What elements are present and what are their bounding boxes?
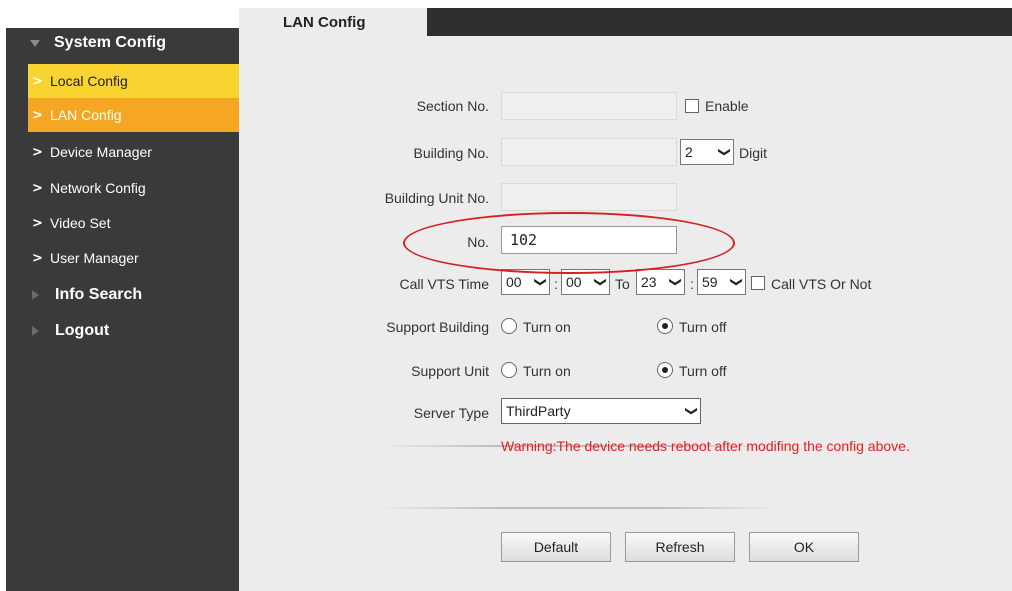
digit-label: Digit bbox=[739, 145, 768, 161]
to-label: To bbox=[615, 276, 630, 292]
chevron-down-icon: ❯ bbox=[684, 405, 699, 417]
support-unit-on-radio[interactable] bbox=[501, 362, 517, 378]
triangle-right-icon bbox=[32, 290, 39, 300]
default-button[interactable]: Default bbox=[501, 532, 611, 562]
sidebar-item-label: Video Set bbox=[50, 215, 111, 231]
server-type-value: ThirdParty bbox=[506, 403, 571, 419]
support-building-off-label: Turn off bbox=[679, 319, 727, 335]
sidebar-section-logout[interactable]: Logout bbox=[6, 316, 239, 346]
call-vts-checkbox[interactable] bbox=[751, 276, 765, 290]
tab-lan-config[interactable]: LAN Config bbox=[239, 8, 427, 36]
sidebar-item-video-set[interactable]: > Video Set bbox=[28, 206, 239, 240]
support-unit-label: Support Unit bbox=[411, 363, 489, 379]
chevron-right-icon: > bbox=[32, 107, 43, 123]
top-strip bbox=[6, 0, 1012, 8]
section-no-input[interactable] bbox=[501, 92, 677, 120]
sidebar-item-local-config[interactable]: > Local Config bbox=[28, 64, 239, 98]
tab-label: LAN Config bbox=[283, 13, 366, 31]
end-min-select[interactable]: 59 ❯ bbox=[697, 269, 746, 295]
chevron-down-icon: ❯ bbox=[668, 276, 683, 288]
sidebar-item-label: Network Config bbox=[50, 180, 146, 196]
sidebar-item-label: Device Manager bbox=[50, 144, 152, 160]
sidebar-item-lan-config[interactable]: > LAN Config bbox=[28, 98, 239, 132]
end-hour-value: 23 bbox=[641, 274, 657, 290]
sidebar-section-info-search[interactable]: Info Search bbox=[6, 280, 239, 310]
no-input[interactable]: 102 bbox=[501, 226, 677, 254]
support-building-off-radio[interactable] bbox=[657, 318, 673, 334]
sidebar-section-system-config[interactable]: System Config bbox=[6, 28, 239, 58]
section-no-label: Section No. bbox=[416, 98, 489, 114]
support-building-on-radio[interactable] bbox=[501, 318, 517, 334]
start-hour-value: 00 bbox=[506, 274, 522, 290]
no-label: No. bbox=[467, 234, 489, 250]
start-min-select[interactable]: 00 ❯ bbox=[561, 269, 610, 295]
start-min-value: 00 bbox=[566, 274, 582, 290]
warning-text: Warning:The device needs reboot after mo… bbox=[501, 438, 910, 454]
server-type-select[interactable]: ThirdParty ❯ bbox=[501, 398, 701, 424]
support-unit-off-radio[interactable] bbox=[657, 362, 673, 378]
time-colon: : bbox=[690, 276, 694, 292]
time-colon: : bbox=[554, 276, 558, 292]
sidebar-section-label: Info Search bbox=[55, 286, 143, 303]
sidebar-item-label: User Manager bbox=[50, 250, 139, 266]
call-vts-time-label: Call VTS Time bbox=[399, 276, 489, 292]
sidebar-section-label: System Config bbox=[54, 34, 167, 51]
building-unit-no-input[interactable] bbox=[501, 183, 677, 211]
end-min-value: 59 bbox=[702, 274, 718, 290]
call-vts-label: Call VTS Or Not bbox=[771, 276, 872, 292]
app-frame: System Config > Local Config > LAN Confi… bbox=[6, 0, 1012, 591]
sidebar-item-label: LAN Config bbox=[50, 107, 122, 123]
triangle-down-icon bbox=[30, 39, 40, 47]
refresh-button[interactable]: Refresh bbox=[625, 532, 735, 562]
sidebar: System Config > Local Config > LAN Confi… bbox=[6, 28, 239, 591]
ok-button[interactable]: OK bbox=[749, 532, 859, 562]
chevron-right-icon: > bbox=[32, 180, 43, 196]
chevron-down-icon: ❯ bbox=[729, 276, 744, 288]
support-unit-off-label: Turn off bbox=[679, 363, 727, 379]
building-no-input[interactable] bbox=[501, 138, 677, 166]
chevron-right-icon: > bbox=[32, 250, 43, 266]
divider bbox=[379, 507, 779, 509]
sidebar-item-network-config[interactable]: > Network Config bbox=[28, 171, 239, 205]
lan-config-panel: Section No. Enable Building No. 2 ❯ Digi… bbox=[239, 36, 1012, 591]
sidebar-item-device-manager[interactable]: > Device Manager bbox=[28, 135, 239, 169]
tab-bar: LAN Config bbox=[239, 8, 1012, 36]
support-building-label: Support Building bbox=[386, 319, 489, 335]
start-hour-select[interactable]: 00 ❯ bbox=[501, 269, 550, 295]
sidebar-item-label: Local Config bbox=[50, 73, 128, 89]
digit-value: 2 bbox=[685, 144, 693, 160]
enable-label: Enable bbox=[705, 98, 749, 114]
chevron-down-icon: ❯ bbox=[593, 276, 608, 288]
chevron-right-icon: > bbox=[32, 215, 43, 231]
building-unit-no-label: Building Unit No. bbox=[384, 190, 489, 206]
end-hour-select[interactable]: 23 ❯ bbox=[636, 269, 685, 295]
sidebar-item-user-manager[interactable]: > User Manager bbox=[28, 241, 239, 275]
building-no-label: Building No. bbox=[413, 145, 490, 161]
sidebar-section-label: Logout bbox=[55, 322, 110, 339]
chevron-right-icon: > bbox=[32, 144, 43, 160]
chevron-down-icon: ❯ bbox=[533, 276, 548, 288]
triangle-right-icon bbox=[32, 326, 39, 336]
chevron-right-icon: > bbox=[32, 73, 43, 89]
server-type-label: Server Type bbox=[413, 405, 489, 421]
enable-checkbox[interactable] bbox=[685, 99, 699, 113]
support-unit-on-label: Turn on bbox=[523, 363, 571, 379]
digit-select[interactable]: 2 ❯ bbox=[680, 139, 734, 165]
support-building-on-label: Turn on bbox=[523, 319, 571, 335]
chevron-down-icon: ❯ bbox=[717, 146, 732, 158]
